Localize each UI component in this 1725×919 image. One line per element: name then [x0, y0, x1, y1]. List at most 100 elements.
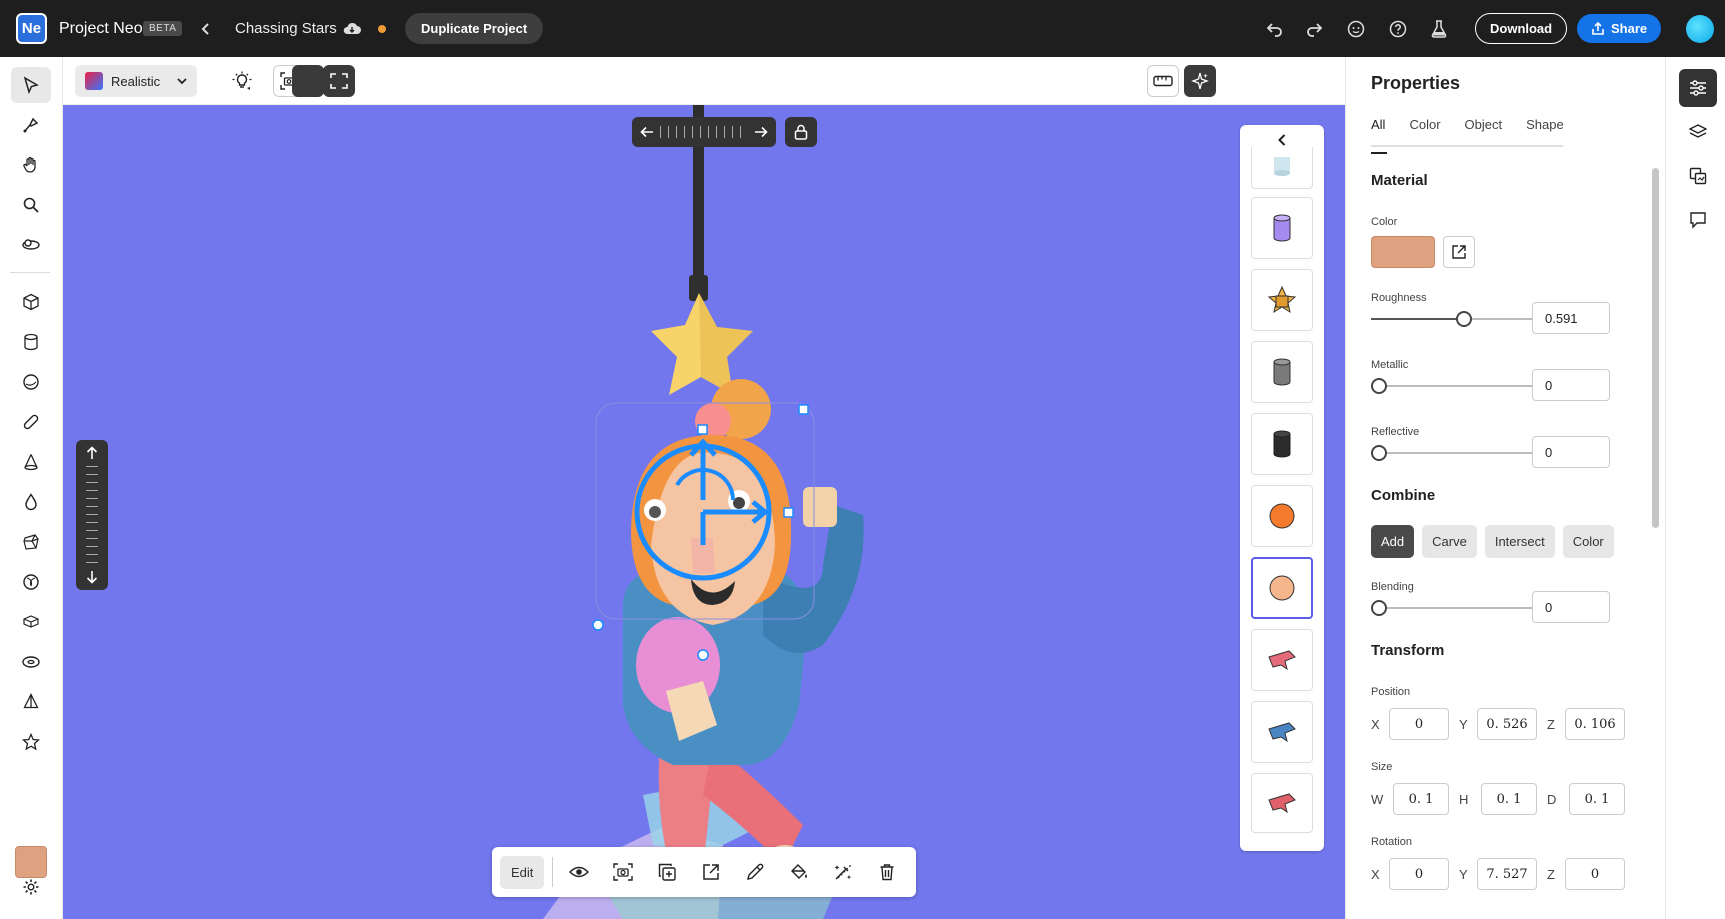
combine-color-button[interactable]: Color [1562, 525, 1614, 558]
material-color-swatch[interactable] [1371, 236, 1435, 268]
combine-carve-button[interactable]: Carve [1422, 525, 1477, 558]
arrow-down-icon[interactable] [86, 570, 98, 584]
rotation-y-input[interactable]: 7. 527 [1477, 858, 1537, 890]
horizontal-nudge-slider[interactable] [632, 117, 776, 147]
rotation-z-input[interactable]: 0 [1565, 858, 1625, 890]
settings-gear-icon[interactable] [11, 869, 51, 905]
combine-add-button[interactable]: Add [1371, 525, 1415, 558]
paint-bucket-icon[interactable] [781, 854, 817, 890]
ruler-measure-icon[interactable] [1147, 65, 1179, 97]
cylinder-shape-icon[interactable] [11, 324, 51, 360]
position-x-input[interactable]: 0 [1389, 708, 1449, 740]
tab-object[interactable]: Object [1465, 117, 1503, 145]
reflective-input[interactable]: 0 [1532, 436, 1610, 468]
duplicate-icon[interactable] [649, 854, 685, 890]
share-button[interactable]: Share [1577, 0, 1662, 57]
edit-button[interactable]: Edit [500, 855, 545, 889]
app-logo[interactable]: Ne [16, 0, 47, 57]
back-chevron-icon[interactable] [200, 0, 212, 57]
hand-pan-icon[interactable] [11, 147, 51, 183]
project-name[interactable]: Chassing Stars [235, 0, 337, 57]
select-tool-icon[interactable] [11, 67, 51, 103]
part-thumbnail-wedge-red[interactable] [1251, 773, 1313, 833]
labs-flask-icon[interactable] [1423, 0, 1455, 57]
size-w-input[interactable]: 0. 1 [1393, 783, 1449, 815]
metallic-slider[interactable] [1371, 378, 1533, 394]
position-z-input[interactable]: 0. 106 [1565, 708, 1625, 740]
cloud-sync-icon[interactable] [342, 0, 362, 57]
part-thumbnail-cylinder-purple[interactable] [1251, 197, 1313, 259]
magic-wand-icon[interactable] [825, 854, 861, 890]
assets-library-icon[interactable] [1679, 157, 1717, 195]
frame-fit-icon[interactable] [292, 65, 324, 97]
blending-slider-knob[interactable] [1371, 600, 1387, 616]
pyramid-shape-icon[interactable] [11, 684, 51, 720]
arrow-up-icon[interactable] [86, 446, 98, 460]
zoom-search-icon[interactable] [11, 187, 51, 223]
eyedropper-icon[interactable] [737, 854, 773, 890]
tab-color[interactable]: Color [1409, 117, 1440, 145]
size-d-input[interactable]: 0. 1 [1569, 783, 1625, 815]
cube-shape-icon[interactable] [11, 284, 51, 320]
capsule-shape-icon[interactable] [11, 404, 51, 440]
feedback-icon[interactable] [1340, 0, 1372, 57]
reflective-slider-knob[interactable] [1371, 445, 1387, 461]
part-thumbnail-star-block[interactable] [1251, 269, 1313, 331]
duplicate-project-button[interactable]: Duplicate Project [405, 0, 544, 57]
properties-sliders-icon[interactable] [1679, 69, 1717, 107]
tab-all[interactable]: All [1371, 117, 1388, 154]
lock-icon[interactable] [785, 117, 817, 147]
export-icon[interactable] [693, 854, 729, 890]
position-y-input[interactable]: 0. 526 [1477, 708, 1537, 740]
download-button[interactable]: Download [1475, 0, 1568, 57]
cone-shape-icon[interactable] [11, 444, 51, 480]
torus-shape-icon[interactable] [11, 644, 51, 680]
undo-icon[interactable] [1259, 0, 1291, 57]
lighting-bulb-icon[interactable] [226, 65, 258, 97]
torus-knot-icon[interactable] [11, 564, 51, 600]
render-mode-select[interactable]: Realistic [75, 65, 197, 97]
fullscreen-frame-icon[interactable] [323, 65, 355, 97]
scene-render[interactable] [63, 105, 1345, 919]
delete-trash-icon[interactable] [869, 854, 905, 890]
comments-icon[interactable] [1679, 201, 1717, 239]
visibility-eye-icon[interactable] [561, 854, 597, 890]
roughness-slider-knob[interactable] [1456, 311, 1472, 327]
prism-shape-icon[interactable] [11, 524, 51, 560]
blending-input[interactable]: 0 [1532, 591, 1610, 623]
layers-icon[interactable] [1679, 113, 1717, 151]
part-thumbnail-sphere-orange[interactable] [1251, 485, 1313, 547]
size-h-input[interactable]: 0. 1 [1481, 783, 1537, 815]
redo-icon[interactable] [1298, 0, 1330, 57]
sphere-shape-icon[interactable] [11, 364, 51, 400]
blending-slider[interactable] [1371, 600, 1533, 616]
star-shape-icon[interactable] [11, 724, 51, 760]
drop-shape-icon[interactable] [11, 484, 51, 520]
orbit-icon[interactable] [11, 227, 51, 263]
arrow-right-icon[interactable] [754, 126, 768, 138]
user-avatar[interactable] [1686, 0, 1714, 57]
roughness-input[interactable]: 0.591 [1532, 302, 1610, 334]
part-thumbnail-wedge-blue[interactable] [1251, 701, 1313, 763]
part-thumbnail-wedge-pink[interactable] [1251, 629, 1313, 691]
vertical-nudge-ticks[interactable] [86, 466, 98, 564]
tab-shape[interactable]: Shape [1526, 117, 1564, 145]
focus-camera-icon[interactable] [605, 854, 641, 890]
properties-scrollbar[interactable] [1652, 168, 1659, 528]
slab-shape-icon[interactable] [11, 604, 51, 640]
part-thumbnail-cylinder-black[interactable] [1251, 413, 1313, 475]
3d-viewport[interactable]: Edit [63, 105, 1345, 919]
nudge-ticks[interactable] [660, 126, 748, 138]
vertical-nudge-slider[interactable] [76, 440, 108, 590]
rotation-x-input[interactable]: 0 [1389, 858, 1449, 890]
open-color-picker-icon[interactable] [1443, 236, 1475, 268]
part-thumbnail-cylinder-light[interactable] [1251, 147, 1313, 189]
roughness-slider[interactable] [1371, 311, 1533, 327]
part-thumbnail-sphere-peach[interactable] [1251, 557, 1313, 619]
reflective-slider[interactable] [1371, 445, 1533, 461]
metallic-slider-knob[interactable] [1371, 378, 1387, 394]
part-thumbnail-cylinder-grey[interactable] [1251, 341, 1313, 403]
ai-sparkle-icon[interactable] [1184, 65, 1216, 97]
metallic-input[interactable]: 0 [1532, 369, 1610, 401]
help-icon[interactable] [1382, 0, 1414, 57]
